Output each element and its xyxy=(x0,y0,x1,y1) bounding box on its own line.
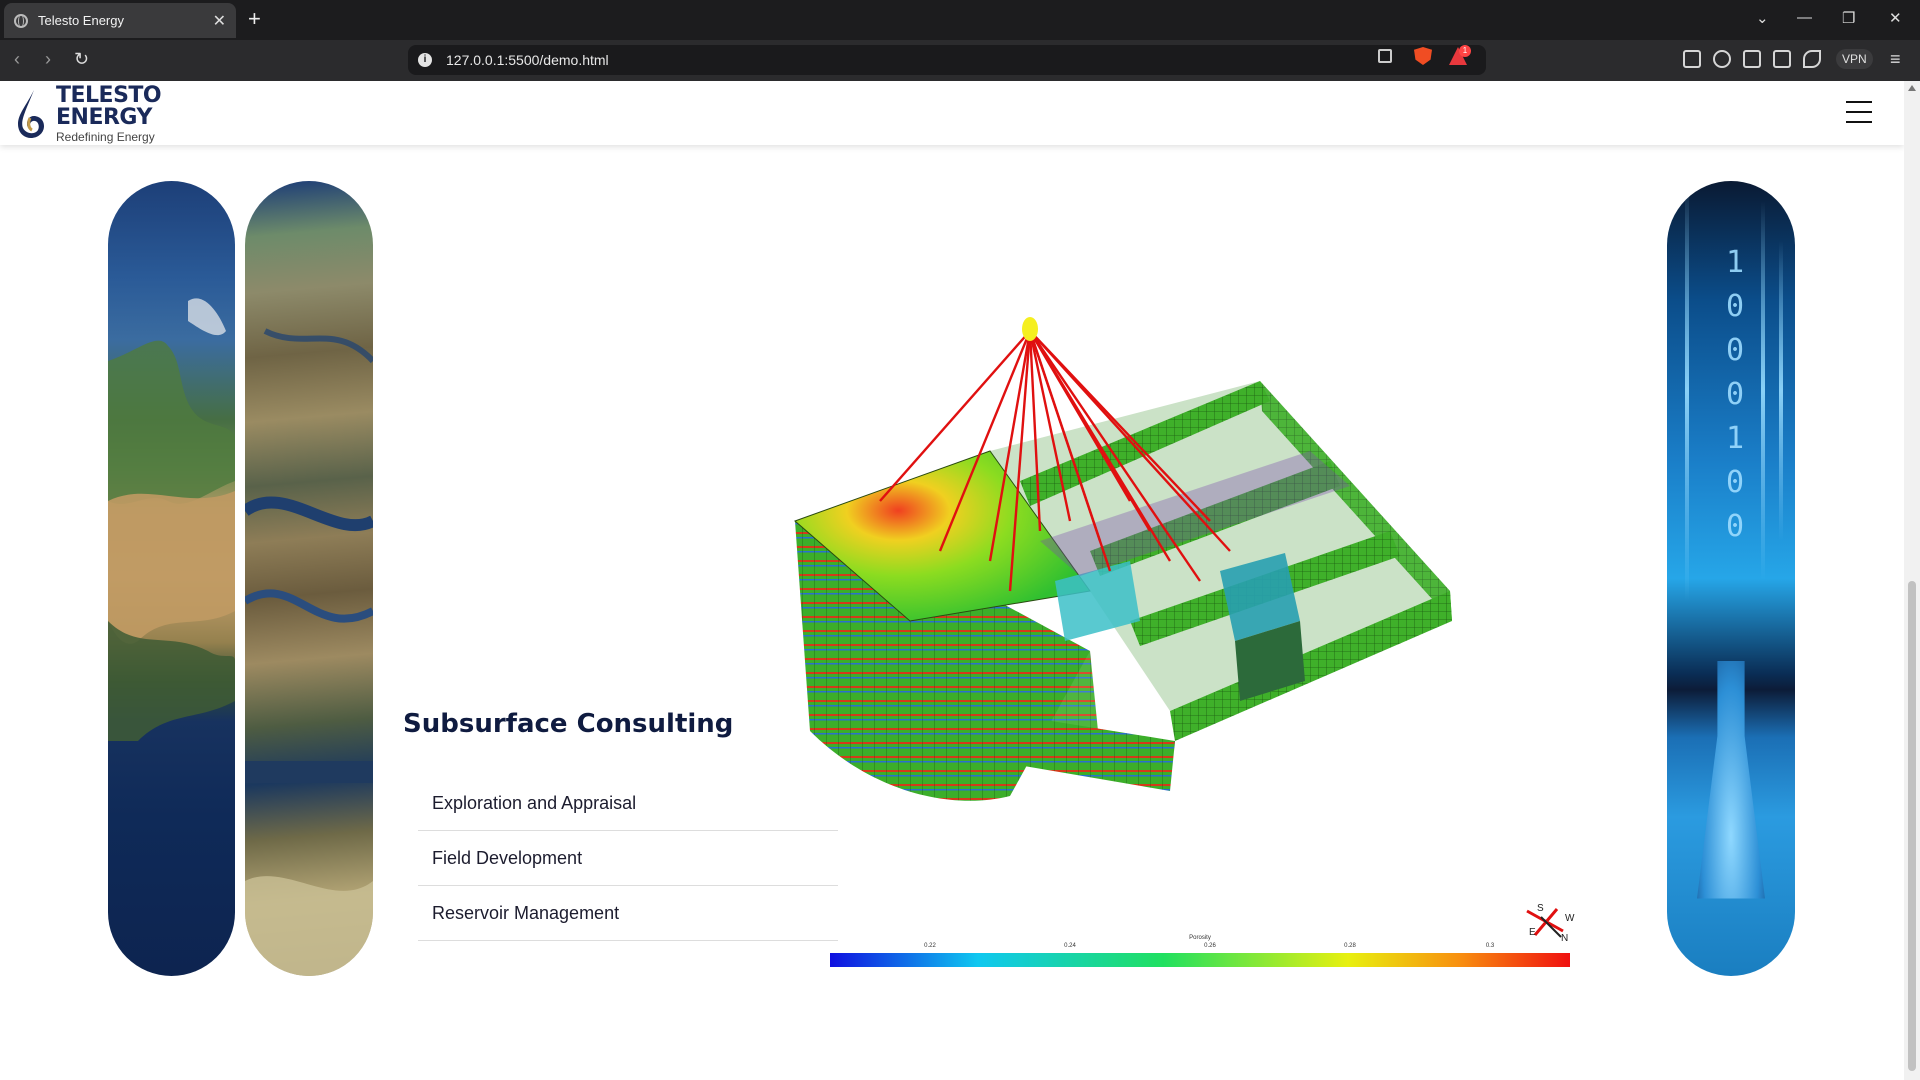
site-info-icon[interactable]: i xyxy=(418,53,432,67)
sidebar-icon[interactable] xyxy=(1743,50,1761,68)
section-title: Subsurface Consulting xyxy=(403,709,734,739)
extensions-icon[interactable] xyxy=(1713,50,1731,68)
leo-ai-icon[interactable] xyxy=(1803,50,1821,68)
compass-icon: E W S N xyxy=(1526,903,1575,944)
back-icon[interactable]: ‹ xyxy=(14,49,20,70)
reservoir-model-image: E W S N Porosity 0.22 0.24 0.26 0.28 0.3 xyxy=(794,317,1575,967)
scroll-up-icon[interactable] xyxy=(1908,85,1916,91)
browser-menu-icon[interactable]: ≡ xyxy=(1890,49,1901,70)
reload-icon[interactable]: ↻ xyxy=(74,49,89,70)
browser-tab[interactable]: Telesto Energy ✕ xyxy=(4,3,236,38)
wallet-icon[interactable] xyxy=(1773,50,1791,68)
hamburger-menu-icon[interactable] xyxy=(1846,101,1872,123)
colorbar-tick: 0.3 xyxy=(1486,943,1495,949)
page-content: TELESTO ENERGY Redefining Energy 1 0 0 0… xyxy=(0,81,1904,1080)
drop-logo-icon xyxy=(18,90,44,138)
site-header: TELESTO ENERGY Redefining Energy xyxy=(0,81,1904,145)
forward-icon[interactable]: › xyxy=(45,49,51,70)
tab-close-icon[interactable]: ✕ xyxy=(213,11,226,31)
svg-text:W: W xyxy=(1565,913,1575,924)
service-list: Exploration and Appraisal Field Developm… xyxy=(418,776,838,941)
porosity-colorbar xyxy=(830,953,1570,967)
colorbar-tick: 0.28 xyxy=(1344,943,1356,949)
service-exploration-appraisal[interactable]: Exploration and Appraisal xyxy=(418,776,838,831)
earth-satellite-image xyxy=(108,181,235,976)
url-text[interactable]: 127.0.0.1:5500/demo.html xyxy=(446,52,609,68)
vpn-button[interactable]: VPN xyxy=(1836,49,1873,69)
binary-digits: 1 0 0 0 1 0 0 xyxy=(1725,245,1745,544)
close-window-button[interactable]: ✕ xyxy=(1889,9,1902,27)
service-reservoir-management[interactable]: Reservoir Management xyxy=(418,886,838,941)
scroll-thumb[interactable] xyxy=(1908,581,1916,1071)
address-bar[interactable]: i 127.0.0.1:5500/demo.html xyxy=(408,45,1486,75)
share-icon[interactable] xyxy=(1378,49,1392,63)
logo-tagline: Redefining Energy xyxy=(56,130,155,144)
colorbar-tick: 0.26 xyxy=(1204,943,1216,949)
tab-search-icon[interactable]: ⌄ xyxy=(1756,9,1769,27)
digital-data-image: 1 0 0 0 1 0 0 xyxy=(1667,181,1795,976)
svg-text:E: E xyxy=(1529,927,1536,938)
svg-text:S: S xyxy=(1537,903,1544,914)
new-tab-button[interactable]: + xyxy=(248,7,261,31)
river-delta-image xyxy=(245,181,373,976)
browser-toolbar: ‹ › ↻ i 127.0.0.1:5500/demo.html 1 VPN ≡ xyxy=(0,40,1920,81)
rewards-badge: 1 xyxy=(1459,45,1471,57)
restore-button[interactable]: ❐ xyxy=(1842,9,1855,27)
globe-icon xyxy=(14,13,28,28)
minimize-button[interactable]: — xyxy=(1797,9,1812,26)
colorbar-tick: 0.24 xyxy=(1064,943,1076,949)
tab-title: Telesto Energy xyxy=(38,13,124,28)
browser-tab-bar: Telesto Energy ✕ + ⌄ — ❐ ✕ xyxy=(0,0,1920,40)
colorbar-label: Porosity xyxy=(1189,935,1211,941)
flask-shape xyxy=(1697,661,1765,899)
logo[interactable]: TELESTO ENERGY Redefining Energy xyxy=(14,83,162,144)
logo-line-2: ENERGY xyxy=(56,105,152,130)
logo-line-1: TELESTO xyxy=(56,83,162,108)
page-scrollbar[interactable] xyxy=(1904,81,1920,1080)
notion-extension-icon[interactable] xyxy=(1683,50,1701,68)
svg-text:N: N xyxy=(1561,933,1568,944)
colorbar-tick: 0.22 xyxy=(924,943,936,949)
service-field-development[interactable]: Field Development xyxy=(418,831,838,886)
